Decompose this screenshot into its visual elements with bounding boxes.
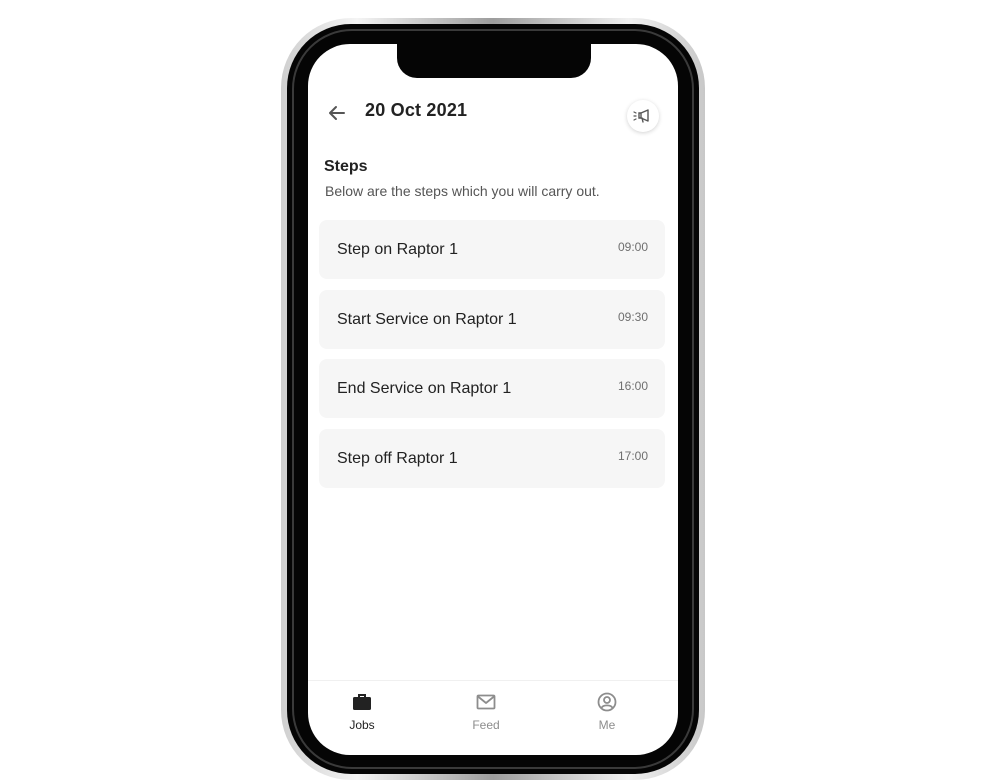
stage: 20 Oct 2021 Steps Below are the steps wh… xyxy=(0,0,988,783)
announce-button[interactable] xyxy=(627,100,659,132)
steps-list: Step on Raptor 1 09:00 Start Service on … xyxy=(319,220,665,498)
step-card[interactable]: Start Service on Raptor 1 09:30 xyxy=(319,289,665,349)
step-label: Step off Raptor 1 xyxy=(337,449,458,467)
envelope-icon xyxy=(475,691,497,713)
phone-notch xyxy=(397,44,591,78)
nav-item-feed[interactable]: Feed xyxy=(446,691,526,737)
steps-title: Steps xyxy=(324,158,368,175)
nav-label-feed: Feed xyxy=(472,718,500,732)
phone-screen: 20 Oct 2021 Steps Below are the steps wh… xyxy=(308,44,678,755)
step-label: Start Service on Raptor 1 xyxy=(337,310,517,328)
briefcase-icon xyxy=(351,691,373,713)
megaphone-icon xyxy=(633,109,649,123)
bottom-navigation: Jobs Feed Me xyxy=(308,680,678,741)
arrow-left-icon xyxy=(329,106,345,120)
back-button[interactable] xyxy=(324,100,350,126)
nav-label-jobs: Jobs xyxy=(349,718,375,732)
step-card[interactable]: Step off Raptor 1 17:00 xyxy=(319,428,665,488)
step-label: Step on Raptor 1 xyxy=(337,241,458,258)
step-card[interactable]: End Service on Raptor 1 16:00 xyxy=(319,359,665,418)
user-circle-icon xyxy=(596,691,618,713)
app-header: 20 Oct 2021 xyxy=(308,92,678,136)
step-time: 09:00 xyxy=(617,240,648,254)
step-label: End Service on Raptor 1 xyxy=(337,380,512,397)
step-time: 17:00 xyxy=(617,448,648,463)
nav-item-jobs[interactable]: Jobs xyxy=(322,691,402,737)
step-time: 09:30 xyxy=(617,309,648,324)
step-time: 16:00 xyxy=(617,379,648,393)
nav-item-me[interactable]: Me xyxy=(567,691,647,737)
page-title: 20 Oct 2021 xyxy=(365,100,468,120)
step-card[interactable]: Step on Raptor 1 09:00 xyxy=(319,220,665,279)
steps-subtitle: Below are the steps which you will carry… xyxy=(325,183,600,199)
nav-label-me: Me xyxy=(598,718,616,732)
